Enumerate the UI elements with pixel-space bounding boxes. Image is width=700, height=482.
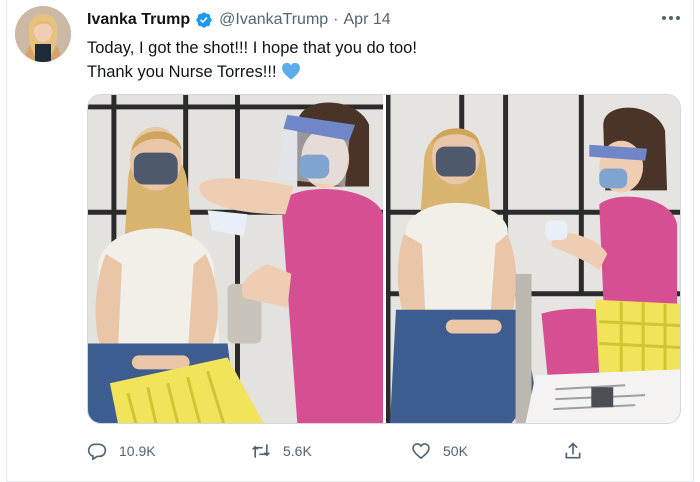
photo-2[interactable] [386,95,680,423]
tweet-text-line-2-text: Thank you Nurse Torres!!! [87,63,277,81]
tweet-text-line-1: Today, I got the shot!!! I hope that you… [87,39,417,57]
blue-heart-icon [281,62,301,80]
tweet-text-line-2: Thank you Nurse Torres!!! [87,60,677,84]
tweet-text: Today, I got the shot!!! I hope that you… [87,36,677,84]
reply-button[interactable]: 10.9K [87,436,156,466]
reply-icon [87,443,107,461]
like-count: 50K [443,443,468,459]
tweet-actions: 10.9K 5.6K 50K [87,436,687,466]
tweet-card[interactable]: Ivanka Trump @IvankaTrump · Apr 14 Today… [6,0,694,482]
reply-count: 10.9K [119,443,156,459]
tweet-date[interactable]: Apr 14 [344,11,391,29]
share-button[interactable] [563,436,583,466]
avatar[interactable] [15,6,71,62]
retweet-button[interactable]: 5.6K [251,436,312,466]
media-grid [87,94,681,424]
like-button[interactable]: 50K [411,436,468,466]
like-heart-icon [412,443,430,460]
retweet-icon [252,444,270,458]
author-handle[interactable]: @IvankaTrump [219,11,328,29]
verified-badge-icon [195,11,213,29]
tweet-header: Ivanka Trump @IvankaTrump · Apr 14 [87,8,391,32]
photo-1[interactable] [88,95,383,423]
retweet-count: 5.6K [283,443,312,459]
separator-dot: · [333,11,339,28]
share-icon [565,442,581,459]
more-horizontal-icon[interactable] [659,8,683,28]
author-name[interactable]: Ivanka Trump [87,11,190,29]
